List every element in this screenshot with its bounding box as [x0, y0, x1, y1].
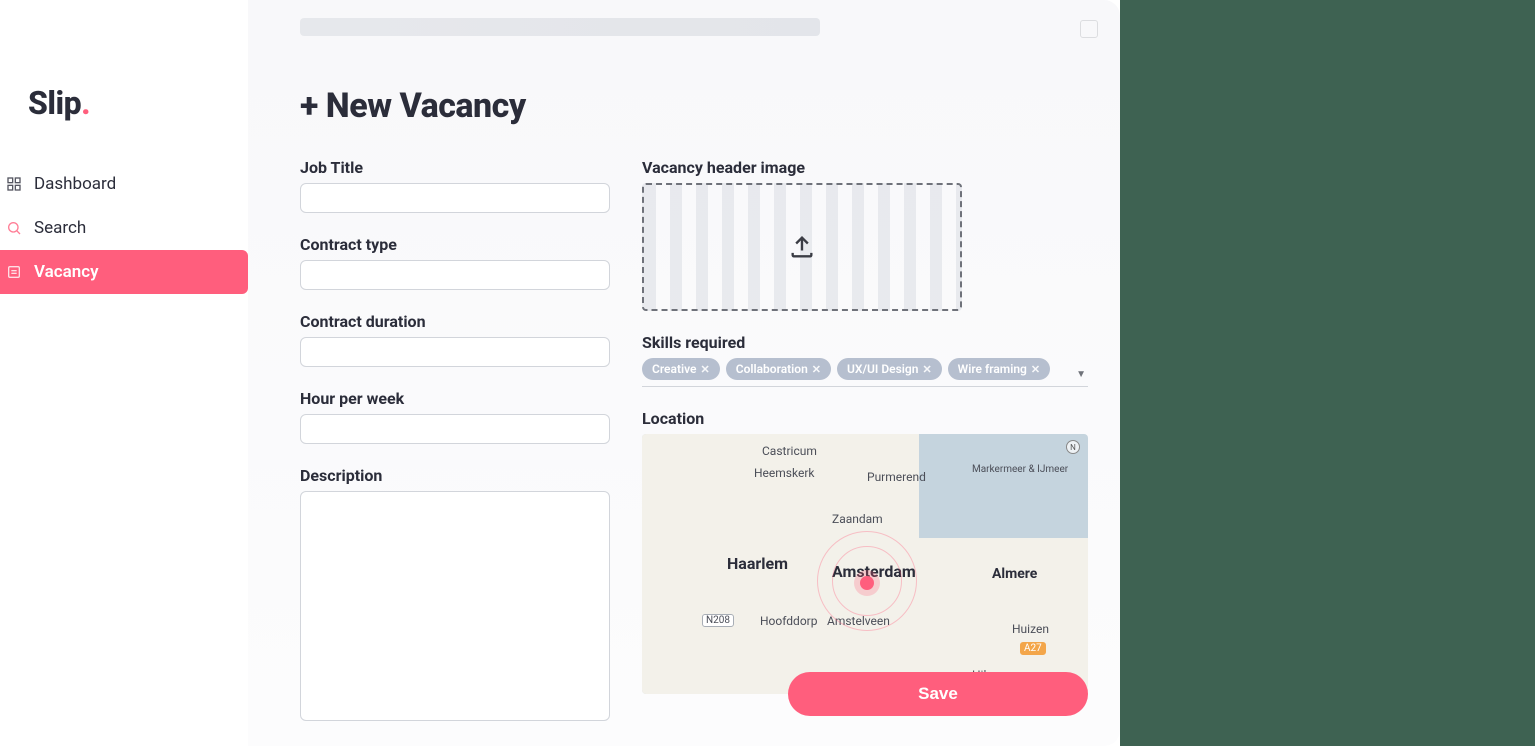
field-skills: Skills required Creative✕ Collaboration✕…	[642, 333, 1088, 387]
label-header-image: Vacancy header image	[642, 158, 1088, 177]
remove-tag-icon[interactable]: ✕	[922, 363, 931, 376]
brand-dot: .	[81, 84, 90, 122]
search-icon	[6, 220, 22, 236]
skill-tag[interactable]: Creative✕	[642, 358, 720, 380]
remove-tag-icon[interactable]: ✕	[1031, 363, 1040, 376]
skill-tag[interactable]: Collaboration✕	[726, 358, 831, 380]
map-city-label: Castricum	[762, 444, 817, 458]
skills-input[interactable]: Creative✕ Collaboration✕ UX/UI Design✕ W…	[642, 358, 1088, 387]
sidebar-item-dashboard[interactable]: Dashboard	[0, 162, 248, 206]
remove-tag-icon[interactable]: ✕	[812, 363, 821, 376]
input-contract-duration[interactable]	[300, 337, 610, 367]
field-contract-type: Contract type	[300, 235, 610, 290]
label-description: Description	[300, 466, 610, 485]
map-city-label: Purmerend	[867, 470, 926, 484]
form-column-left: Job Title Contract type Contract duratio…	[300, 86, 610, 726]
upload-icon	[788, 233, 816, 261]
field-description: Description	[300, 466, 610, 725]
location-map[interactable]: N Castricum Heemskerk Purmerend Markerme…	[642, 434, 1088, 694]
map-city-label: Haarlem	[727, 554, 788, 573]
dashboard-icon	[6, 176, 22, 192]
sidebar-item-label: Search	[34, 218, 86, 238]
label-contract-type: Contract type	[300, 235, 610, 254]
map-city-label: Markermeer & IJmeer	[972, 464, 1068, 475]
skill-tag[interactable]: UX/UI Design✕	[837, 358, 942, 380]
map-city-label: Zaandam	[832, 512, 883, 526]
map-city-label: Heemskerk	[754, 466, 814, 480]
field-location: Location N Castricum Heemskerk Purmerend…	[642, 409, 1088, 694]
road-badge: A27	[1020, 642, 1046, 655]
sidebar-item-search[interactable]: Search	[0, 206, 248, 250]
input-description[interactable]	[300, 491, 610, 721]
brand-name: Slip	[28, 84, 81, 122]
map-pin-icon	[860, 576, 874, 590]
form-column-right: Vacancy header image Skills required Cre…	[642, 86, 1088, 726]
app-window: Slip. Dashboard Search Vacancy + New Vac…	[0, 0, 1120, 746]
road-badge: N208	[702, 614, 734, 627]
right-panel-placeholder	[1120, 0, 1535, 746]
label-job-title: Job Title	[300, 158, 610, 177]
upload-dropzone[interactable]	[642, 183, 962, 311]
remove-tag-icon[interactable]: ✕	[701, 363, 710, 376]
sidebar-item-label: Vacancy	[34, 262, 99, 282]
sidebar-item-vacancy[interactable]: Vacancy	[0, 250, 248, 294]
save-button[interactable]: Save	[788, 672, 1088, 716]
field-contract-duration: Contract duration	[300, 312, 610, 367]
sidebar-item-label: Dashboard	[34, 174, 116, 194]
field-hours-per-week: Hour per week	[300, 389, 610, 444]
field-header-image: Vacancy header image	[642, 158, 1088, 311]
map-city-label: Huizen	[1012, 622, 1049, 636]
brand-logo: Slip.	[0, 84, 248, 162]
sidebar: Slip. Dashboard Search Vacancy	[0, 0, 248, 746]
label-hours-per-week: Hour per week	[300, 389, 610, 408]
map-city-label: Hoofddorp	[760, 614, 817, 628]
label-skills: Skills required	[642, 333, 1088, 352]
vacancy-icon	[6, 264, 22, 280]
page-title: + New Vacancy	[300, 86, 526, 126]
input-contract-type[interactable]	[300, 260, 610, 290]
main-content: + New Vacancy Job Title Contract type Co…	[248, 0, 1120, 746]
label-location: Location	[642, 409, 1088, 428]
field-job-title: Job Title	[300, 158, 610, 213]
input-job-title[interactable]	[300, 183, 610, 213]
compass-icon: N	[1066, 440, 1080, 454]
skill-tag[interactable]: Wire framing✕	[948, 358, 1050, 380]
map-city-label: Almere	[992, 566, 1037, 582]
dropdown-caret-icon[interactable]: ▼	[1076, 369, 1086, 380]
input-hours-per-week[interactable]	[300, 414, 610, 444]
label-contract-duration: Contract duration	[300, 312, 610, 331]
